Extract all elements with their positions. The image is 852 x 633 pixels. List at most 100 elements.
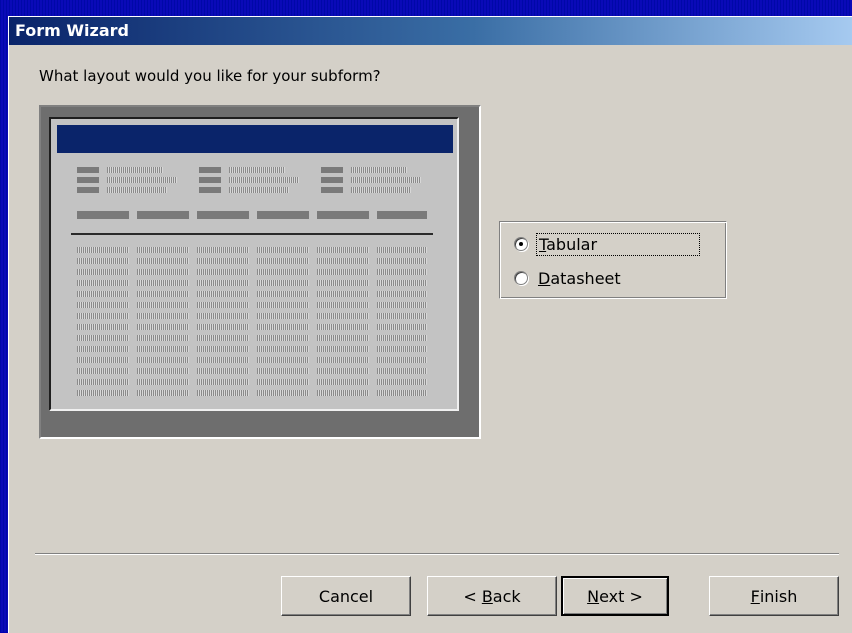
preview-table-cell <box>137 302 189 308</box>
preview-table-cell <box>317 247 369 253</box>
preview-table-cell <box>197 379 249 385</box>
preview-table-cell <box>137 313 189 319</box>
preview-table-cell <box>377 302 427 308</box>
cancel-button[interactable]: Cancel <box>281 576 411 616</box>
preview-table-cell <box>377 346 427 352</box>
tabular-radio[interactable] <box>514 237 528 251</box>
preview-table-cell <box>317 368 369 374</box>
preview-table-cell <box>317 357 369 363</box>
datasheet-label[interactable]: Datasheet <box>536 268 623 289</box>
preview-table-cell <box>197 390 249 396</box>
preview-table-cell <box>257 324 309 330</box>
preview-table-cell <box>197 313 249 319</box>
preview-table-cell <box>317 335 369 341</box>
preview-table-cell <box>257 390 309 396</box>
preview-table-cell <box>257 302 309 308</box>
preview-table-cell <box>77 302 129 308</box>
preview-table-cell <box>377 390 427 396</box>
preview-table-cell <box>317 313 369 319</box>
preview-table-cell <box>137 335 189 341</box>
preview-table-cell <box>197 247 249 253</box>
preview-table-cell <box>257 258 309 264</box>
preview-table-cell <box>317 280 369 286</box>
preview-table-cell <box>77 357 129 363</box>
tabular-option[interactable]: Tabular <box>514 232 700 256</box>
preview-table-cell <box>317 324 369 330</box>
preview-table-cell <box>77 280 129 286</box>
preview-table-cell <box>317 346 369 352</box>
preview-table-cell <box>137 357 189 363</box>
preview-table-cell <box>377 357 427 363</box>
preview-table-cell <box>197 324 249 330</box>
form-wizard-dialog: Form Wizard What layout would you like f… <box>8 16 852 633</box>
preview-table-cell <box>257 291 309 297</box>
preview-table-cell <box>377 269 427 275</box>
preview-table-cell <box>257 379 309 385</box>
window-title: Form Wizard <box>15 21 129 40</box>
preview-table-cell <box>257 280 309 286</box>
preview-table-cell <box>197 269 249 275</box>
preview-table-cell <box>377 280 427 286</box>
preview-table-cell <box>137 368 189 374</box>
preview-table-cell <box>77 368 129 374</box>
preview-table-cell <box>137 346 189 352</box>
layout-option-group: Tabular Datasheet <box>499 221 727 299</box>
preview-table-cell <box>77 313 129 319</box>
preview-table-cell <box>77 335 129 341</box>
preview-table-cell <box>197 368 249 374</box>
preview-table-cell <box>257 335 309 341</box>
title-bar[interactable]: Form Wizard <box>9 17 852 45</box>
preview-table-cell <box>77 247 129 253</box>
tabular-label[interactable]: Tabular <box>536 232 700 256</box>
preview-table-cell <box>257 368 309 374</box>
preview-table-cell <box>137 280 189 286</box>
preview-table-cell <box>137 247 189 253</box>
preview-table-cell <box>317 302 369 308</box>
preview-table-cell <box>137 258 189 264</box>
preview-table-cell <box>137 390 189 396</box>
preview-table-cell <box>77 291 129 297</box>
preview-table-cell <box>257 247 309 253</box>
preview-table-cell <box>77 346 129 352</box>
preview-table-cell <box>197 357 249 363</box>
preview-table-cell <box>377 247 427 253</box>
preview-form-header <box>57 125 453 153</box>
preview-table-cell <box>77 379 129 385</box>
preview-table-cell <box>77 324 129 330</box>
back-button[interactable]: < Back <box>427 576 557 616</box>
button-separator <box>35 553 839 555</box>
preview-table-cell <box>317 291 369 297</box>
layout-preview-pane <box>49 117 459 411</box>
preview-table-cell <box>317 390 369 396</box>
preview-table-cell <box>257 313 309 319</box>
preview-table-cell <box>377 379 427 385</box>
layout-preview <box>39 105 481 439</box>
next-button[interactable]: Next > <box>561 576 669 616</box>
preview-table-cell <box>77 269 129 275</box>
preview-table-cell <box>377 291 427 297</box>
preview-table-cell <box>257 346 309 352</box>
preview-table-cell <box>377 324 427 330</box>
preview-table-cell <box>317 379 369 385</box>
preview-table-cell <box>197 346 249 352</box>
preview-table-cell <box>137 324 189 330</box>
layout-prompt: What layout would you like for your subf… <box>39 67 381 85</box>
preview-table-cell <box>257 269 309 275</box>
preview-table-cell <box>137 379 189 385</box>
preview-table-cell <box>317 258 369 264</box>
preview-table-cell <box>197 302 249 308</box>
finish-button[interactable]: Finish <box>709 576 839 616</box>
preview-table-cell <box>377 335 427 341</box>
preview-table-cell <box>197 291 249 297</box>
preview-table-cell <box>377 368 427 374</box>
preview-table-cell <box>197 280 249 286</box>
datasheet-option[interactable]: Datasheet <box>514 266 623 290</box>
preview-table-cell <box>137 291 189 297</box>
datasheet-radio[interactable] <box>514 271 528 285</box>
preview-table-cell <box>137 269 189 275</box>
preview-table-cell <box>317 269 369 275</box>
preview-table-cell <box>377 313 427 319</box>
preview-table-cell <box>197 258 249 264</box>
preview-table-cell <box>257 357 309 363</box>
preview-table-cell <box>77 258 129 264</box>
